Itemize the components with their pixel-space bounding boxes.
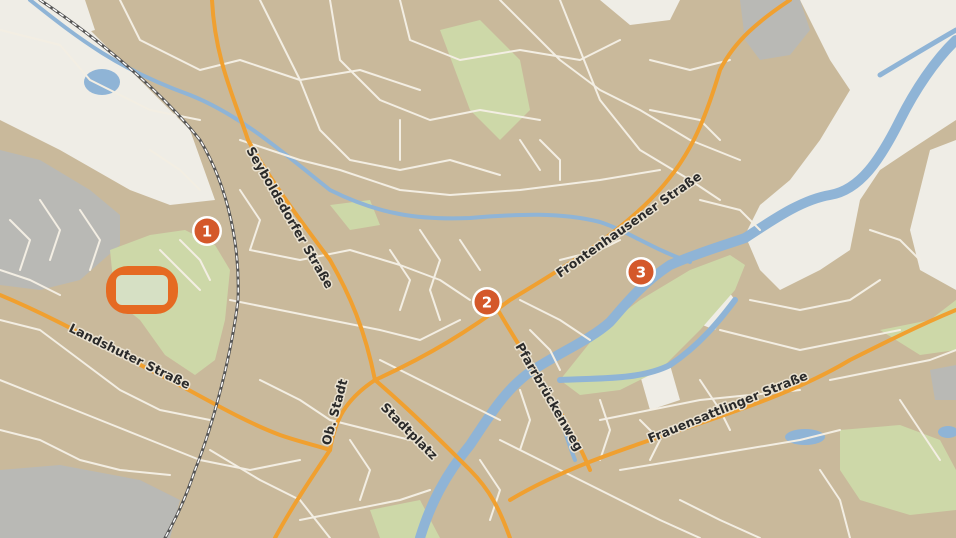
marker-1-label: 1 [202, 223, 212, 241]
city-map[interactable]: Seyboldsdorfer Straße Frontenhausener St… [0, 0, 956, 538]
stadium-track-icon [106, 266, 178, 314]
marker-2-label: 2 [482, 294, 492, 312]
map-canvas: Seyboldsdorfer Straße Frontenhausener St… [0, 0, 956, 538]
marker-1[interactable]: 1 [192, 216, 222, 246]
marker-3-label: 3 [636, 264, 646, 282]
marker-3[interactable]: 3 [626, 257, 656, 287]
marker-2[interactable]: 2 [472, 287, 502, 317]
